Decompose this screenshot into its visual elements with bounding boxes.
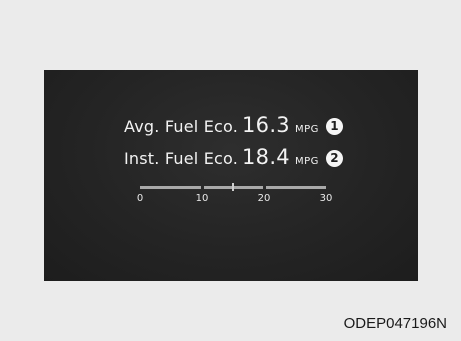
inst-fuel-economy-value: 18.4 xyxy=(242,145,290,169)
avg-fuel-economy-unit: MPG xyxy=(294,124,319,135)
callout-marker-2: 2 xyxy=(325,149,343,167)
figure-frame: Avg. Fuel Eco. 16.3 MPG 1 Inst. Fuel Eco… xyxy=(0,0,461,341)
scale-tick-label: 10 xyxy=(195,193,209,204)
scale-segment xyxy=(265,186,326,189)
scale-tick-label: 0 xyxy=(136,193,144,204)
cluster-display: Avg. Fuel Eco. 16.3 MPG 1 Inst. Fuel Eco… xyxy=(44,70,418,281)
fuel-economy-scale-bar xyxy=(140,183,326,191)
scale-tick-label: 20 xyxy=(257,193,271,204)
inst-fuel-economy-row: Inst. Fuel Eco. 18.4 MPG 2 xyxy=(44,145,418,169)
scale-segment xyxy=(140,186,201,189)
avg-fuel-economy-value: 16.3 xyxy=(242,113,290,137)
scale-tick-label: 30 xyxy=(319,193,333,204)
avg-fuel-economy-label: Avg. Fuel Eco. xyxy=(124,117,238,136)
figure-caption: ODEP047196N xyxy=(343,315,447,332)
callout-marker-1: 1 xyxy=(325,117,343,135)
inst-fuel-economy-label: Inst. Fuel Eco. xyxy=(124,149,238,168)
inst-fuel-economy-unit: MPG xyxy=(294,156,319,167)
scale-indicator xyxy=(232,183,234,191)
avg-fuel-economy-row: Avg. Fuel Eco. 16.3 MPG 1 xyxy=(44,113,418,137)
